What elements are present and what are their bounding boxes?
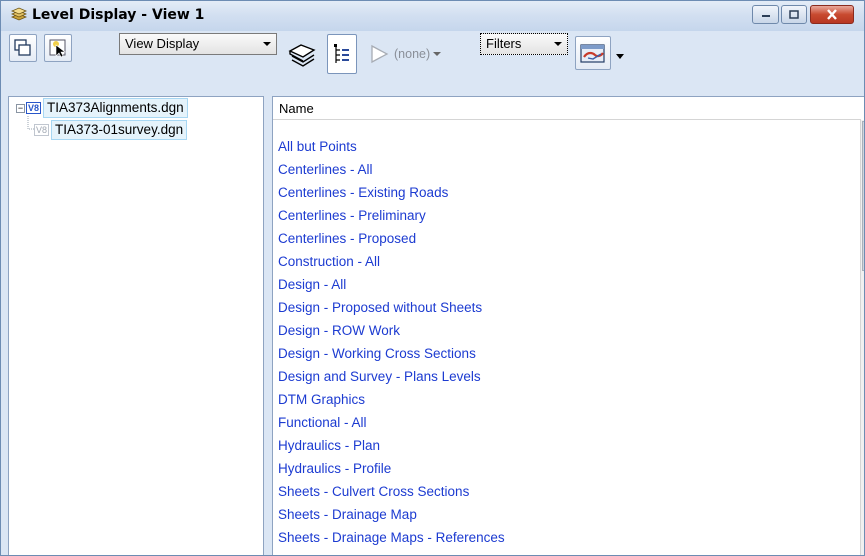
level-list-item[interactable]: Functional - All [278, 411, 505, 434]
filters-label: Filters [486, 36, 522, 51]
minimize-icon [761, 14, 770, 17]
level-display-icon [10, 7, 28, 23]
level-list-item[interactable]: Centerlines - Preliminary [278, 204, 505, 227]
v8-file-icon: V8 [26, 102, 42, 114]
level-list-item[interactable]: Sheets - Drainage Maps - References [278, 526, 505, 549]
levels-list-pane: Name All but Points Centerlines - All Cent… [272, 96, 864, 555]
level-list-item[interactable]: Design - All [278, 273, 505, 296]
level-list-item[interactable]: Centerlines - All [278, 158, 505, 181]
views-button[interactable] [9, 34, 37, 62]
level-manager-icon [288, 44, 316, 67]
display-mode-select[interactable]: View Display [119, 33, 277, 55]
minimize-button[interactable] [752, 5, 779, 24]
chevron-down-icon [433, 52, 442, 56]
level-list-item[interactable]: Hydraulics - Plan [278, 434, 505, 457]
maximize-icon [789, 10, 799, 19]
select-view-icon [49, 39, 66, 58]
tree-item-label: TIA373Alignments.dgn [43, 98, 188, 118]
filters-select[interactable]: Filters [480, 33, 568, 55]
file-tree-pane: − V8 TIA373Alignments.dgn V8 TIA373-01su… [8, 96, 264, 555]
tree-item-label: TIA373-01survey.dgn [51, 120, 188, 140]
tree-item-survey[interactable]: V8 TIA373-01survey.dgn [34, 120, 188, 140]
collapse-icon[interactable]: − [16, 103, 25, 113]
filter-none-button[interactable]: (none) [363, 39, 473, 69]
symbology-dropdown-icon[interactable] [616, 54, 624, 59]
tree-item-alignments[interactable]: − V8 TIA373Alignments.dgn [16, 98, 188, 118]
chevron-down-icon [263, 42, 271, 46]
v8-file-icon: V8 [34, 124, 50, 136]
chevron-down-icon [554, 42, 562, 46]
level-display-window: Level Display - View 1 View Display (non… [0, 0, 865, 556]
symbology-icon [580, 44, 605, 63]
window-title: Level Display - View 1 [32, 7, 205, 23]
level-list-item[interactable]: Design - Proposed without Sheets [278, 296, 505, 319]
level-list-item[interactable]: Sheets - Culvert Cross Sections [278, 480, 505, 503]
filter-arrow-icon [371, 44, 389, 64]
maximize-button[interactable] [781, 5, 807, 24]
level-list-item[interactable]: Design - Working Cross Sections [278, 342, 505, 365]
symbology-button[interactable] [575, 36, 611, 70]
views-icon [14, 39, 31, 56]
level-manager-button[interactable] [285, 39, 319, 73]
close-button[interactable] [810, 5, 854, 24]
level-list-item[interactable]: Construction - All [278, 250, 505, 273]
close-icon [827, 9, 837, 20]
level-list-item[interactable]: All but Points [278, 135, 505, 158]
level-list-item[interactable]: Design - ROW Work [278, 319, 505, 342]
level-list-item[interactable]: Centerlines - Existing Roads [278, 181, 505, 204]
levels-list: All but Points Centerlines - All Centerlin… [278, 135, 505, 549]
select-view-button[interactable] [44, 34, 72, 62]
tree-view-button[interactable] [327, 34, 357, 74]
level-list-item[interactable]: Design and Survey - Plans Levels [278, 365, 505, 388]
level-list-item[interactable]: Hydraulics - Profile [278, 457, 505, 480]
level-list-item[interactable]: DTM Graphics [278, 388, 505, 411]
display-mode-value: View Display [125, 36, 200, 51]
column-header-name[interactable]: Name [273, 97, 861, 120]
toolbar: View Display (none) Filters [1, 31, 864, 93]
level-list-item[interactable]: Sheets - Drainage Map [278, 503, 505, 526]
tree-view-icon [334, 44, 349, 63]
level-list-item[interactable]: Centerlines - Proposed [278, 227, 505, 250]
title-bar[interactable]: Level Display - View 1 [1, 1, 864, 31]
none-label: (none) [394, 47, 431, 61]
